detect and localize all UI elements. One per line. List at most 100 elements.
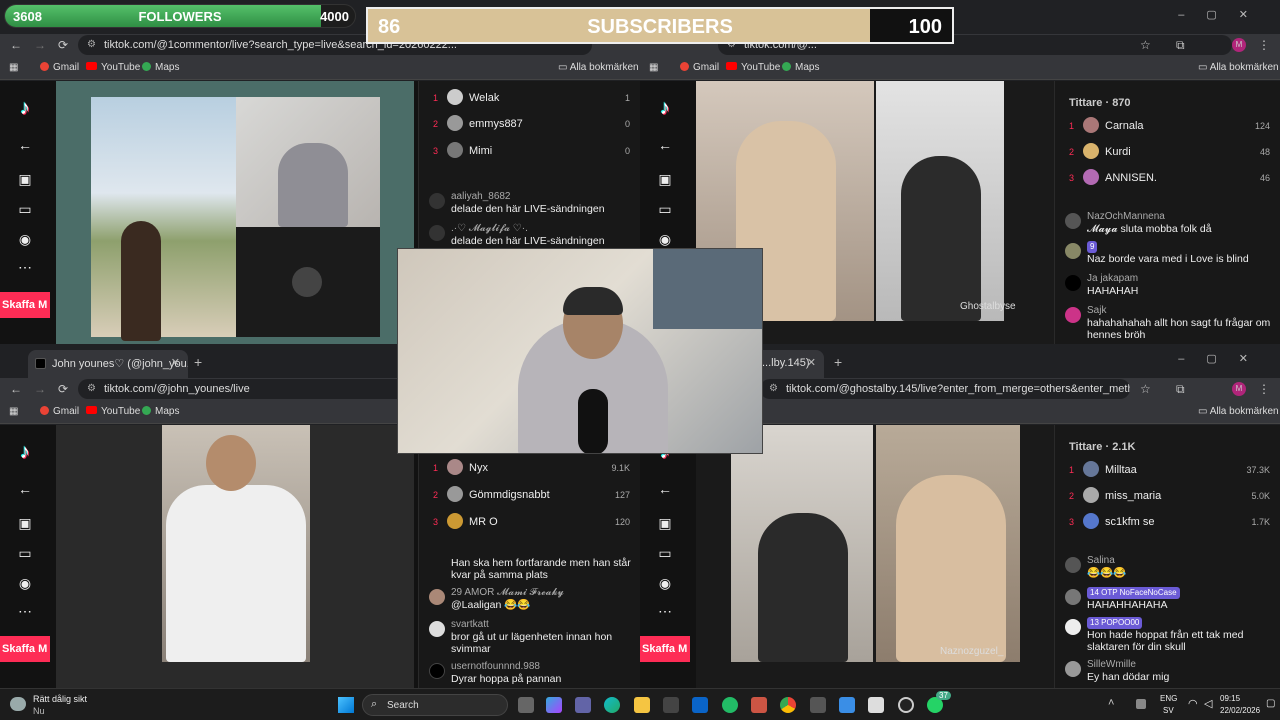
outlook-icon[interactable]	[692, 697, 708, 713]
profile-avatar[interactable]: M	[1232, 38, 1246, 52]
close-tab-icon[interactable]: ✕	[807, 356, 816, 369]
bookmark-star-icon[interactable]: ☆	[1140, 382, 1151, 396]
back-arrow-icon[interactable]: ←	[17, 481, 33, 497]
tiktok-logo-icon[interactable]: ♪	[15, 441, 35, 463]
viewers-title[interactable]: Tittare · 2.1K	[1069, 441, 1135, 453]
viewer-row[interactable]: 1 Nyx 9.1K	[433, 459, 630, 479]
wifi-icon[interactable]: ◠	[1188, 697, 1198, 710]
app-icon[interactable]	[810, 697, 826, 713]
tray-chevron-icon[interactable]: ˄	[1108, 697, 1114, 709]
get-app-button[interactable]: Skaffa M	[0, 636, 50, 662]
viewer-row[interactable]: 1 Milltaa 37.3K	[1069, 461, 1270, 481]
apps-icon[interactable]: ▦	[649, 62, 658, 73]
profile-avatar[interactable]: M	[1232, 382, 1246, 396]
store-icon[interactable]	[663, 697, 679, 713]
reload-icon[interactable]: ⟳	[58, 38, 68, 52]
bookmark-gmail[interactable]: Gmail	[40, 406, 79, 417]
bookmark-maps[interactable]: Maps	[142, 62, 179, 73]
extensions-icon[interactable]: ⧉	[1176, 382, 1185, 397]
menu-icon[interactable]: ⋮	[1258, 38, 1270, 52]
forward-icon[interactable]: →	[34, 38, 46, 52]
camera-icon[interactable]: ▭	[17, 545, 33, 561]
weather-title[interactable]: Rätt dålig sikt	[33, 694, 87, 704]
bookmark-maps[interactable]: Maps	[142, 406, 179, 417]
edge-icon[interactable]	[604, 697, 620, 713]
tray-app-icon[interactable]	[1136, 699, 1146, 709]
extensions-icon[interactable]: ⧉	[1176, 38, 1185, 53]
get-app-button[interactable]: Skaffa M	[0, 292, 50, 318]
bookmark-youtube[interactable]: YouTube	[86, 406, 140, 417]
more-icon[interactable]: ⋯	[657, 603, 673, 619]
new-tab-icon[interactable]: +	[834, 354, 842, 370]
volume-icon[interactable]: ◁	[1204, 697, 1212, 710]
explore-icon[interactable]: ◉	[657, 575, 673, 591]
viewer-row[interactable]: 2 Kurdi 48	[1069, 143, 1270, 163]
explore-icon[interactable]: ◉	[17, 575, 33, 591]
camera-icon[interactable]: ▭	[657, 545, 673, 561]
chrome-icon[interactable]	[780, 697, 796, 713]
explore-icon[interactable]: ◉	[17, 231, 33, 247]
bookmark-gmail[interactable]: Gmail	[40, 62, 79, 73]
viewer-row[interactable]: 2 miss_maria 5.0K	[1069, 487, 1270, 507]
back-icon[interactable]: ←	[10, 382, 22, 396]
remote-desktop-icon[interactable]	[839, 697, 855, 713]
tiktok-logo-icon[interactable]: ♪	[655, 97, 675, 119]
bookmark-star-icon[interactable]: ☆	[1140, 38, 1151, 52]
viewer-row[interactable]: 2 emmys887 0	[433, 115, 630, 135]
office-icon[interactable]	[751, 697, 767, 713]
viewer-row[interactable]: 3 Mimi 0	[433, 142, 630, 162]
bookmark-youtube[interactable]: YouTube	[86, 62, 140, 73]
clock-time[interactable]: 09:15	[1220, 694, 1240, 703]
window-controls[interactable]: –▢✕	[1178, 352, 1270, 365]
forward-icon[interactable]: →	[34, 382, 46, 396]
camera-icon[interactable]: ▭	[657, 201, 673, 217]
get-app-button[interactable]: Skaffa M	[640, 636, 690, 662]
more-icon[interactable]: ⋯	[17, 259, 33, 275]
vpn-icon[interactable]	[722, 697, 738, 713]
viewers-title[interactable]: Tittare · 870	[1069, 97, 1131, 109]
calendar-icon[interactable]	[868, 697, 884, 713]
menu-icon[interactable]: ⋮	[1258, 382, 1270, 396]
all-bookmarks[interactable]: ▭ Alla bokmärken	[1198, 406, 1279, 417]
obs-icon[interactable]	[898, 697, 914, 713]
bookmark-gmail[interactable]: Gmail	[680, 62, 719, 73]
apps-icon[interactable]: ▦	[9, 406, 18, 417]
bookmark-youtube[interactable]: YouTube	[726, 62, 780, 73]
close-tab-icon[interactable]: ✕	[171, 356, 180, 369]
weather-icon[interactable]	[10, 697, 26, 711]
start-icon[interactable]	[338, 697, 354, 713]
back-arrow-icon[interactable]: ←	[657, 481, 673, 497]
reload-icon[interactable]: ⟳	[58, 382, 68, 396]
explore-icon[interactable]: ◉	[657, 231, 673, 247]
taskbar-search[interactable]: ⌕ Search	[362, 694, 508, 716]
viewer-row[interactable]: 3 ANNISEN. 46	[1069, 169, 1270, 189]
window-controls[interactable]: –▢✕	[1178, 8, 1270, 21]
viewer-row[interactable]: 3 sc1kfm se 1.7K	[1069, 513, 1270, 533]
all-bookmarks[interactable]: ▭ Alla bokmärken	[558, 62, 639, 73]
more-icon[interactable]: ⋯	[17, 603, 33, 619]
back-arrow-icon[interactable]: ←	[17, 137, 33, 153]
notifications-icon[interactable]: ▢	[1266, 698, 1275, 709]
viewer-row[interactable]: 2 Gömmdigsnabbt 127	[433, 486, 630, 506]
back-icon[interactable]: ←	[10, 38, 22, 52]
task-view-icon[interactable]	[518, 697, 534, 713]
url-field[interactable]: ⚙ tiktok.com/@ghostalby.145/live?enter_fr…	[760, 379, 1130, 399]
live-icon[interactable]: ▣	[657, 515, 673, 531]
viewer-row[interactable]: 1 Carnala 124	[1069, 117, 1270, 137]
back-arrow-icon[interactable]: ←	[657, 137, 673, 153]
camera-icon[interactable]: ▭	[17, 201, 33, 217]
file-explorer-icon[interactable]	[634, 697, 650, 713]
live-icon[interactable]: ▣	[17, 171, 33, 187]
bookmark-maps[interactable]: Maps	[782, 62, 819, 73]
teams-icon[interactable]	[575, 697, 591, 713]
language-indicator[interactable]: ENG	[1160, 694, 1177, 703]
live-icon[interactable]: ▣	[657, 171, 673, 187]
viewer-row[interactable]: 3 MR O 120	[433, 513, 630, 533]
viewer-row[interactable]: 1 Welak 1	[433, 89, 630, 109]
apps-icon[interactable]: ▦	[9, 62, 18, 73]
all-bookmarks[interactable]: ▭ Alla bokmärken	[1198, 62, 1279, 73]
new-tab-icon[interactable]: +	[194, 354, 202, 370]
live-icon[interactable]: ▣	[17, 515, 33, 531]
tab-john-younes[interactable]: John younes♡ (@john_you... ✕	[28, 350, 188, 378]
tiktok-logo-icon[interactable]: ♪	[15, 97, 35, 119]
